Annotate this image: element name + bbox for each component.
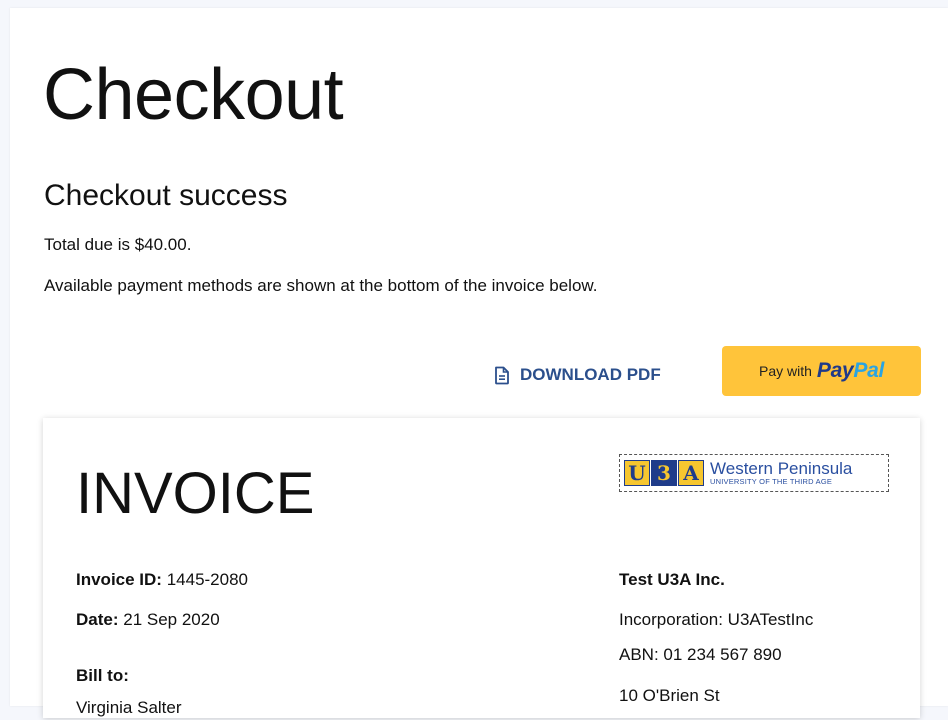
logo-tagline: UNIVERSITY OF THE THIRD AGE — [710, 477, 833, 487]
checkout-page: Checkout Checkout success Total due is $… — [10, 8, 948, 718]
u3a-letters: U3A — [624, 460, 704, 486]
u3a-logo: U3A Western Peninsula UNIVERSITY OF THE … — [619, 454, 889, 492]
paypal-logo: PayPal — [816, 359, 884, 382]
logo-name: Western Peninsula — [710, 459, 853, 479]
invoice-date: Date: 21 Sep 2020 — [76, 610, 220, 629]
checkout-status-heading: Checkout success — [44, 179, 288, 212]
download-pdf-button[interactable]: DOWNLOAD PDF — [494, 360, 661, 390]
invoice-card: INVOICE U3A Western Peninsula UNIVERSITY… — [43, 418, 920, 718]
org-street: 10 O'Brien St — [619, 686, 720, 705]
invoice-heading: INVOICE — [76, 461, 315, 526]
payment-methods-note: Available payment methods are shown at t… — [44, 276, 598, 295]
bill-to-label: Bill to: — [76, 666, 129, 685]
paypal-prefix: Pay with — [758, 363, 812, 379]
total-due-text: Total due is $40.00. — [44, 235, 192, 254]
org-name: Test U3A Inc. — [619, 570, 725, 589]
org-incorporation: Incorporation: U3ATestInc — [619, 610, 814, 629]
org-abn: ABN: 01 234 567 890 — [619, 645, 782, 664]
bill-to-name: Virginia Salter — [76, 698, 182, 717]
page-title: Checkout — [43, 55, 344, 135]
download-pdf-label: DOWNLOAD PDF — [520, 365, 661, 384]
file-document-icon — [495, 366, 509, 384]
paypal-button[interactable]: Pay with PayPal — [722, 346, 921, 396]
invoice-id: Invoice ID: 1445-2080 — [76, 570, 249, 589]
